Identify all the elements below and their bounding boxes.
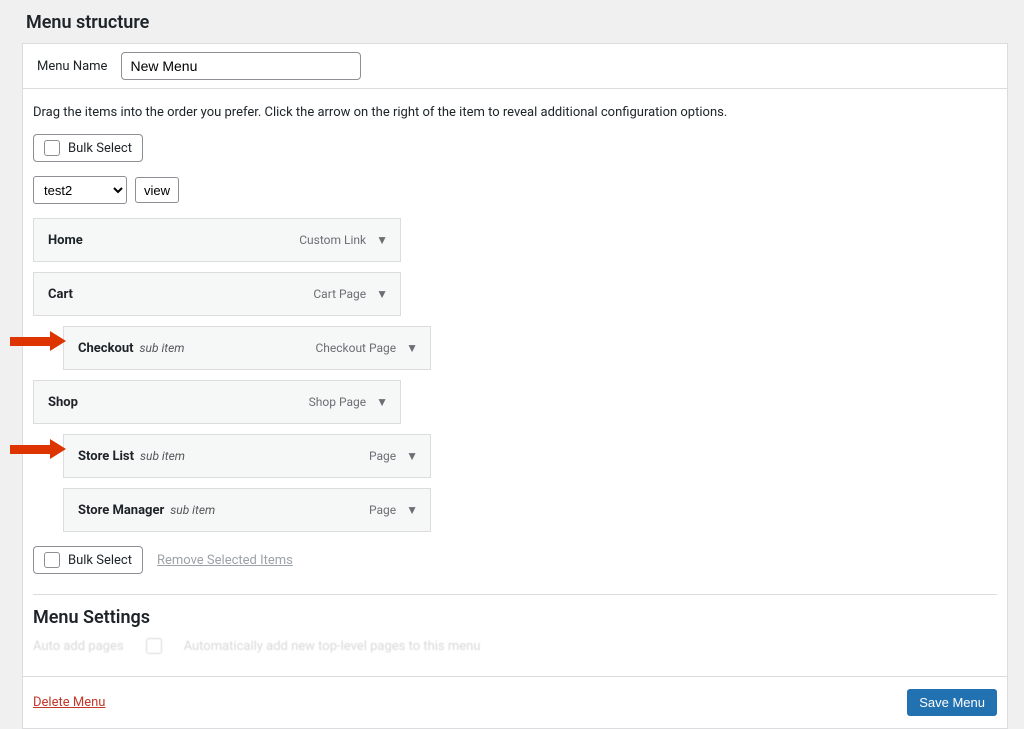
remove-selected-link[interactable]: Remove Selected Items (157, 553, 293, 568)
chevron-down-icon[interactable]: ▼ (406, 449, 418, 463)
page-title: Menu structure (0, 0, 1024, 43)
sub-item-label: sub item (140, 341, 185, 355)
menu-item-type: Shop Page (309, 395, 366, 409)
auto-add-label: Auto add pages (33, 639, 124, 654)
menu-item-type: Checkout Page (315, 341, 396, 355)
menu-item-title: Shop (48, 395, 78, 410)
chevron-down-icon[interactable]: ▼ (376, 395, 388, 409)
chevron-down-icon[interactable]: ▼ (376, 287, 388, 301)
menu-item[interactable]: Shop Shop Page ▼ (33, 380, 401, 424)
menu-item-title: Checkout (78, 341, 134, 356)
menu-settings-title: Menu Settings (33, 607, 997, 628)
menu-item-title: Home (48, 233, 83, 248)
group-select[interactable]: test2 (33, 176, 127, 204)
menu-name-input[interactable] (121, 52, 361, 80)
menu-item-title: Store List (78, 449, 134, 464)
save-menu-button[interactable]: Save Menu (907, 689, 997, 716)
menu-name-label: Menu Name (37, 59, 107, 74)
bulk-select-label: Bulk Select (68, 141, 132, 156)
menu-item[interactable]: Cart Cart Page ▼ (33, 272, 401, 316)
view-button[interactable]: view (135, 177, 179, 203)
instructions-text: Drag the items into the order you prefer… (33, 105, 997, 120)
sub-item-label: sub item (140, 449, 185, 463)
menu-items-list: Home Custom Link ▼ Cart Cart Page ▼ Checkout su… (33, 218, 997, 532)
menu-item-type: Custom Link (299, 233, 366, 247)
bulk-select-top[interactable]: Bulk Select (33, 134, 143, 162)
menu-item[interactable]: Store List sub item Page ▼ (63, 434, 431, 478)
bulk-select-checkbox-top[interactable] (44, 140, 60, 156)
chevron-down-icon[interactable]: ▼ (406, 341, 418, 355)
menu-panel: Menu Name Drag the items into the order … (22, 43, 1008, 729)
menu-name-row: Menu Name (23, 44, 1007, 89)
menu-item-title: Store Manager (78, 503, 164, 518)
delete-menu-link[interactable]: Delete Menu (33, 695, 105, 710)
menu-item-type: Cart Page (313, 287, 366, 301)
pointer-arrow-icon (10, 445, 50, 454)
bulk-select-bottom[interactable]: Bulk Select (33, 546, 143, 574)
auto-add-checkbox[interactable] (146, 638, 162, 654)
menu-item-type: Page (369, 503, 396, 517)
chevron-down-icon[interactable]: ▼ (376, 233, 388, 247)
sub-item-label: sub item (170, 503, 215, 517)
menu-item-title: Cart (48, 287, 73, 302)
chevron-down-icon[interactable]: ▼ (406, 503, 418, 517)
menu-item[interactable]: Store Manager sub item Page ▼ (63, 488, 431, 532)
menu-item-type: Page (369, 449, 396, 463)
menu-item[interactable]: Checkout sub item Checkout Page ▼ (63, 326, 431, 370)
menu-item[interactable]: Home Custom Link ▼ (33, 218, 401, 262)
auto-add-desc: Automatically add new top-level pages to… (184, 639, 481, 654)
auto-add-row: Auto add pages Automatically add new top… (33, 636, 997, 654)
pointer-arrow-icon (10, 337, 50, 346)
bulk-select-label-bottom: Bulk Select (68, 553, 132, 568)
bulk-select-checkbox-bottom[interactable] (44, 552, 60, 568)
